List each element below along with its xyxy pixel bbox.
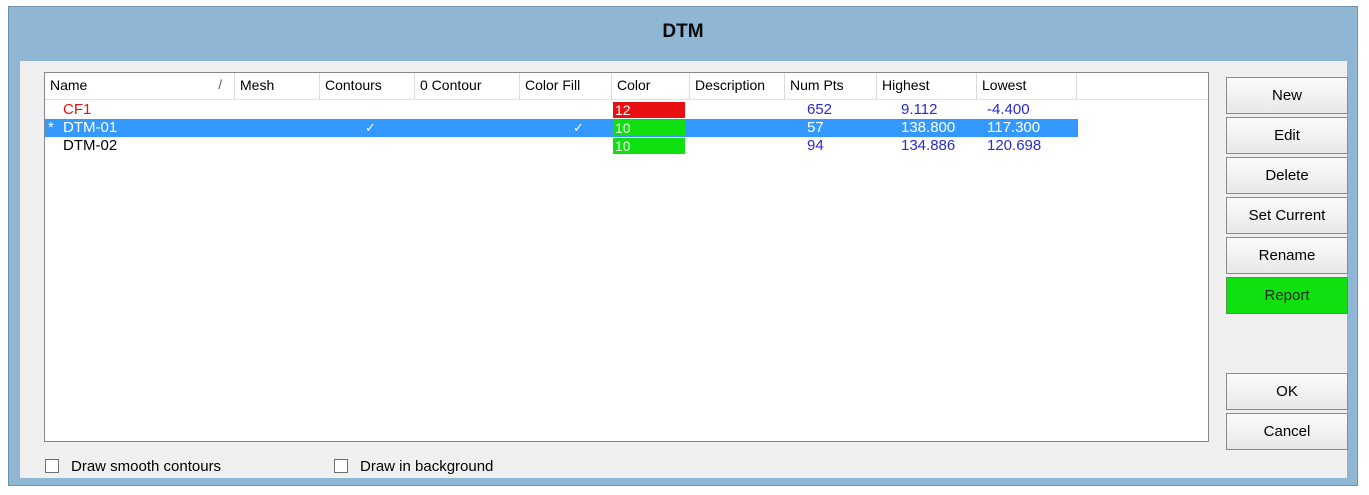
table-row[interactable]: CF1 12 652 9.112 -4.400 bbox=[45, 101, 1078, 119]
color-fill-check-icon: ✓ bbox=[573, 120, 584, 135]
smooth-contours-label: Draw smooth contours bbox=[71, 458, 222, 475]
column-header-description[interactable]: Description bbox=[690, 73, 785, 99]
delete-button[interactable]: Delete bbox=[1226, 157, 1348, 194]
draw-background-checkbox[interactable] bbox=[334, 459, 348, 473]
column-header-color[interactable]: Color bbox=[612, 73, 690, 99]
column-header-zero-contour[interactable]: 0 Contour bbox=[415, 73, 520, 99]
smooth-contours-checkbox[interactable] bbox=[45, 459, 59, 473]
column-header-mesh[interactable]: Mesh bbox=[235, 73, 320, 99]
row-lowest: 117.300 bbox=[987, 119, 1041, 136]
row-lowest: 120.698 bbox=[987, 137, 1042, 154]
report-button[interactable]: Report bbox=[1226, 277, 1348, 314]
column-header-color-fill[interactable]: Color Fill bbox=[520, 73, 612, 99]
column-header-lowest[interactable]: Lowest bbox=[977, 73, 1077, 99]
rename-button[interactable]: Rename bbox=[1226, 237, 1348, 274]
draw-background-label: Draw in background bbox=[360, 458, 494, 475]
color-swatch: 10 bbox=[613, 138, 685, 154]
row-num-pts: 57 bbox=[807, 119, 824, 136]
column-header-highest[interactable]: Highest bbox=[877, 73, 977, 99]
column-label: Name bbox=[50, 77, 88, 93]
sort-indicator-icon: / bbox=[218, 77, 222, 92]
cancel-button[interactable]: Cancel bbox=[1226, 413, 1348, 450]
current-marker: * bbox=[48, 119, 54, 136]
table-row-selected[interactable]: * DTM-01 ✓ ✓ 10 57 138.800 117.300 bbox=[45, 119, 1078, 137]
row-lowest: -4.400 bbox=[987, 101, 1030, 118]
table-row[interactable]: DTM-02 10 94 134.886 120.698 bbox=[45, 137, 1078, 155]
row-highest: 134.886 bbox=[901, 137, 956, 154]
column-header-filler bbox=[1077, 73, 1208, 99]
contours-check-icon: ✓ bbox=[365, 120, 376, 135]
column-header-num-pts[interactable]: Num Pts bbox=[785, 73, 877, 99]
dtm-list[interactable]: Name / Mesh Contours 0 Contour Color Fil… bbox=[44, 72, 1209, 442]
set-current-button[interactable]: Set Current bbox=[1226, 197, 1348, 234]
row-name: CF1 bbox=[63, 101, 92, 118]
row-highest: 9.112 bbox=[901, 101, 938, 118]
row-name: DTM-02 bbox=[63, 137, 118, 154]
color-swatch: 12 bbox=[613, 102, 685, 118]
edit-button[interactable]: Edit bbox=[1226, 117, 1348, 154]
list-header: Name / Mesh Contours 0 Contour Color Fil… bbox=[45, 73, 1208, 100]
row-num-pts: 652 bbox=[807, 101, 833, 118]
dialog-body: Name / Mesh Contours 0 Contour Color Fil… bbox=[20, 61, 1348, 478]
row-highest: 138.800 bbox=[901, 119, 956, 136]
color-swatch: 10 bbox=[613, 120, 685, 136]
column-header-contours[interactable]: Contours bbox=[320, 73, 415, 99]
row-num-pts: 94 bbox=[807, 137, 824, 154]
ok-button[interactable]: OK bbox=[1226, 373, 1348, 410]
new-button[interactable]: New bbox=[1226, 77, 1348, 114]
dtm-dialog: DTM Name / Mesh Contours 0 Contour Color… bbox=[8, 6, 1358, 486]
row-name: DTM-01 bbox=[63, 119, 118, 136]
column-header-name[interactable]: Name / bbox=[45, 73, 235, 99]
dialog-title: DTM bbox=[662, 21, 704, 42]
